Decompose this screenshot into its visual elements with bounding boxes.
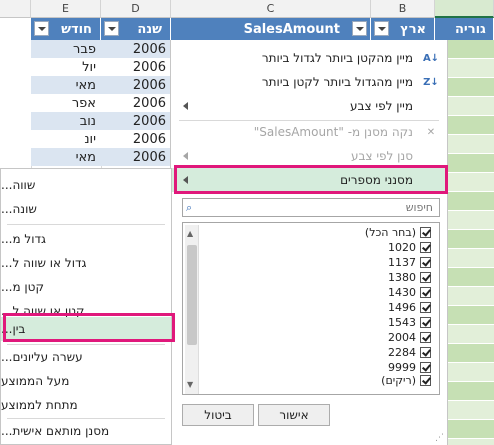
menu-separator: [7, 224, 165, 225]
cell-year[interactable]: 2006: [101, 76, 171, 94]
search-box[interactable]: ⌕: [182, 198, 440, 217]
scroll-down-icon[interactable]: ▼: [187, 380, 196, 389]
checkbox[interactable]: [420, 256, 431, 268]
checkbox[interactable]: [420, 301, 431, 313]
cell-year[interactable]: 2006: [101, 130, 171, 148]
filter-dropdown-button[interactable]: [374, 21, 389, 36]
submenu-item-not-equal[interactable]: שונה...: [1, 197, 171, 221]
clear-filter-item[interactable]: ✕ נקה מסנן מ- "SalesAmount": [171, 120, 447, 144]
cell-month[interactable]: אפר: [31, 94, 101, 112]
header-label: ארץ: [400, 21, 426, 37]
scroll-up-icon[interactable]: ▲: [187, 229, 196, 238]
checkbox[interactable]: [420, 271, 431, 283]
checkbox[interactable]: [420, 361, 431, 373]
filter-dropdown-button[interactable]: [352, 21, 367, 36]
scroll-thumb[interactable]: [187, 245, 197, 345]
submenu-item-below-average[interactable]: מתחת לממוצע: [1, 393, 171, 417]
checkbox[interactable]: [420, 346, 431, 358]
submenu-item-greater-or-equal[interactable]: גדול או שווה ל...: [1, 251, 171, 275]
filter-dropdown-button[interactable]: [104, 21, 119, 36]
table-row: יול 2006: [31, 58, 171, 76]
table-row: מאי 2006: [31, 76, 171, 94]
cell-month[interactable]: מאי: [31, 76, 101, 94]
submenu-item-less-than[interactable]: קטן מ...: [1, 275, 171, 299]
list-scrollbar[interactable]: ▲ ▼: [185, 225, 199, 394]
highlight-between: [3, 313, 175, 342]
checkbox[interactable]: [420, 286, 431, 298]
column-header-c[interactable]: C: [171, 0, 371, 18]
resize-grip-icon[interactable]: ⋰: [435, 433, 445, 443]
checkbox[interactable]: [420, 226, 431, 238]
search-icon: ⌕: [186, 201, 193, 214]
cell-year[interactable]: 2006: [101, 148, 171, 166]
submenu-item-greater-than[interactable]: גדול מ...: [1, 227, 171, 251]
sort-ascending-icon: A↓: [422, 52, 440, 64]
column-header-d[interactable]: D: [101, 0, 171, 18]
cell-year[interactable]: 2006: [101, 112, 171, 130]
cell-month[interactable]: יונ: [31, 130, 101, 148]
column-header-e[interactable]: E: [31, 0, 101, 18]
filter-value-list: ▲ ▼ (בחר הכל) 1020 1137 1380 1430 1496 1…: [182, 222, 440, 395]
table-row: יונ 2006: [31, 130, 171, 148]
checkbox[interactable]: [420, 316, 431, 328]
cell-month[interactable]: מאי: [31, 148, 101, 166]
header-label: שנה: [137, 21, 162, 37]
table-header-year[interactable]: שנה: [101, 18, 171, 40]
cell-month[interactable]: נוב: [31, 112, 101, 130]
sort-ascending-item[interactable]: A↓ מיין מהקטן ביותר לגדול ביותר: [171, 46, 447, 70]
sort-descending-icon: Z↓: [423, 76, 439, 88]
table-header-category[interactable]: גוריה: [435, 18, 494, 40]
ok-button[interactable]: אישור: [258, 404, 330, 426]
column-header-b[interactable]: B: [371, 0, 435, 18]
list-item[interactable]: (ריקים): [381, 373, 431, 387]
search-input[interactable]: [201, 200, 433, 215]
header-label: חודש: [61, 21, 92, 37]
header-label: גוריה: [455, 21, 486, 37]
submenu-arrow-icon: [183, 102, 188, 110]
submenu-item-custom-filter[interactable]: מסנן מותאם אישית...: [1, 419, 171, 443]
column-header-blank[interactable]: [0, 0, 31, 18]
checkbox[interactable]: [420, 331, 431, 343]
table-header-country[interactable]: ארץ: [371, 18, 435, 40]
cell-month[interactable]: יול: [31, 58, 101, 76]
table-row: אפר 2006: [31, 94, 171, 112]
table-row: מאי 2006: [31, 148, 171, 166]
highlight-number-filters: [174, 165, 448, 194]
checkbox[interactable]: [420, 241, 431, 253]
table-header-month[interactable]: חודש: [31, 18, 101, 40]
number-filters-submenu: שווה... שונה... גדול מ... גדול או שווה ל…: [0, 168, 172, 445]
sort-descending-item[interactable]: Z↓ מיין מהגדול ביותר לקטן ביותר: [171, 70, 447, 94]
cell-year[interactable]: 2006: [101, 58, 171, 76]
table-header-salesamount[interactable]: SalesAmount: [171, 18, 371, 40]
filter-dropdown-button[interactable]: [34, 21, 49, 36]
clear-filter-icon: ✕: [426, 126, 436, 138]
checkbox[interactable]: [420, 374, 431, 386]
cell-year[interactable]: 2006: [101, 40, 171, 58]
submenu-arrow-icon: [183, 152, 188, 160]
sort-by-color-item[interactable]: מיין לפי צבע: [171, 94, 447, 118]
category-column-cells[interactable]: [448, 40, 494, 445]
header-label: SalesAmount: [243, 21, 340, 37]
table-row: פבר 2006: [31, 40, 171, 58]
submenu-item-above-average[interactable]: מעל הממוצע: [1, 369, 171, 393]
table-row: נוב 2006: [31, 112, 171, 130]
cell-year[interactable]: 2006: [101, 94, 171, 112]
table-body: פבר 2006 יול 2006 מאי 2006 אפר 2006 נוב …: [31, 40, 171, 166]
submenu-item-equals[interactable]: שווה...: [1, 173, 171, 197]
cell-month[interactable]: פבר: [31, 40, 101, 58]
submenu-item-top-ten[interactable]: עשרה עליונים...: [1, 345, 171, 369]
column-header-a[interactable]: [435, 0, 494, 18]
cancel-button[interactable]: ביטול: [182, 404, 254, 426]
